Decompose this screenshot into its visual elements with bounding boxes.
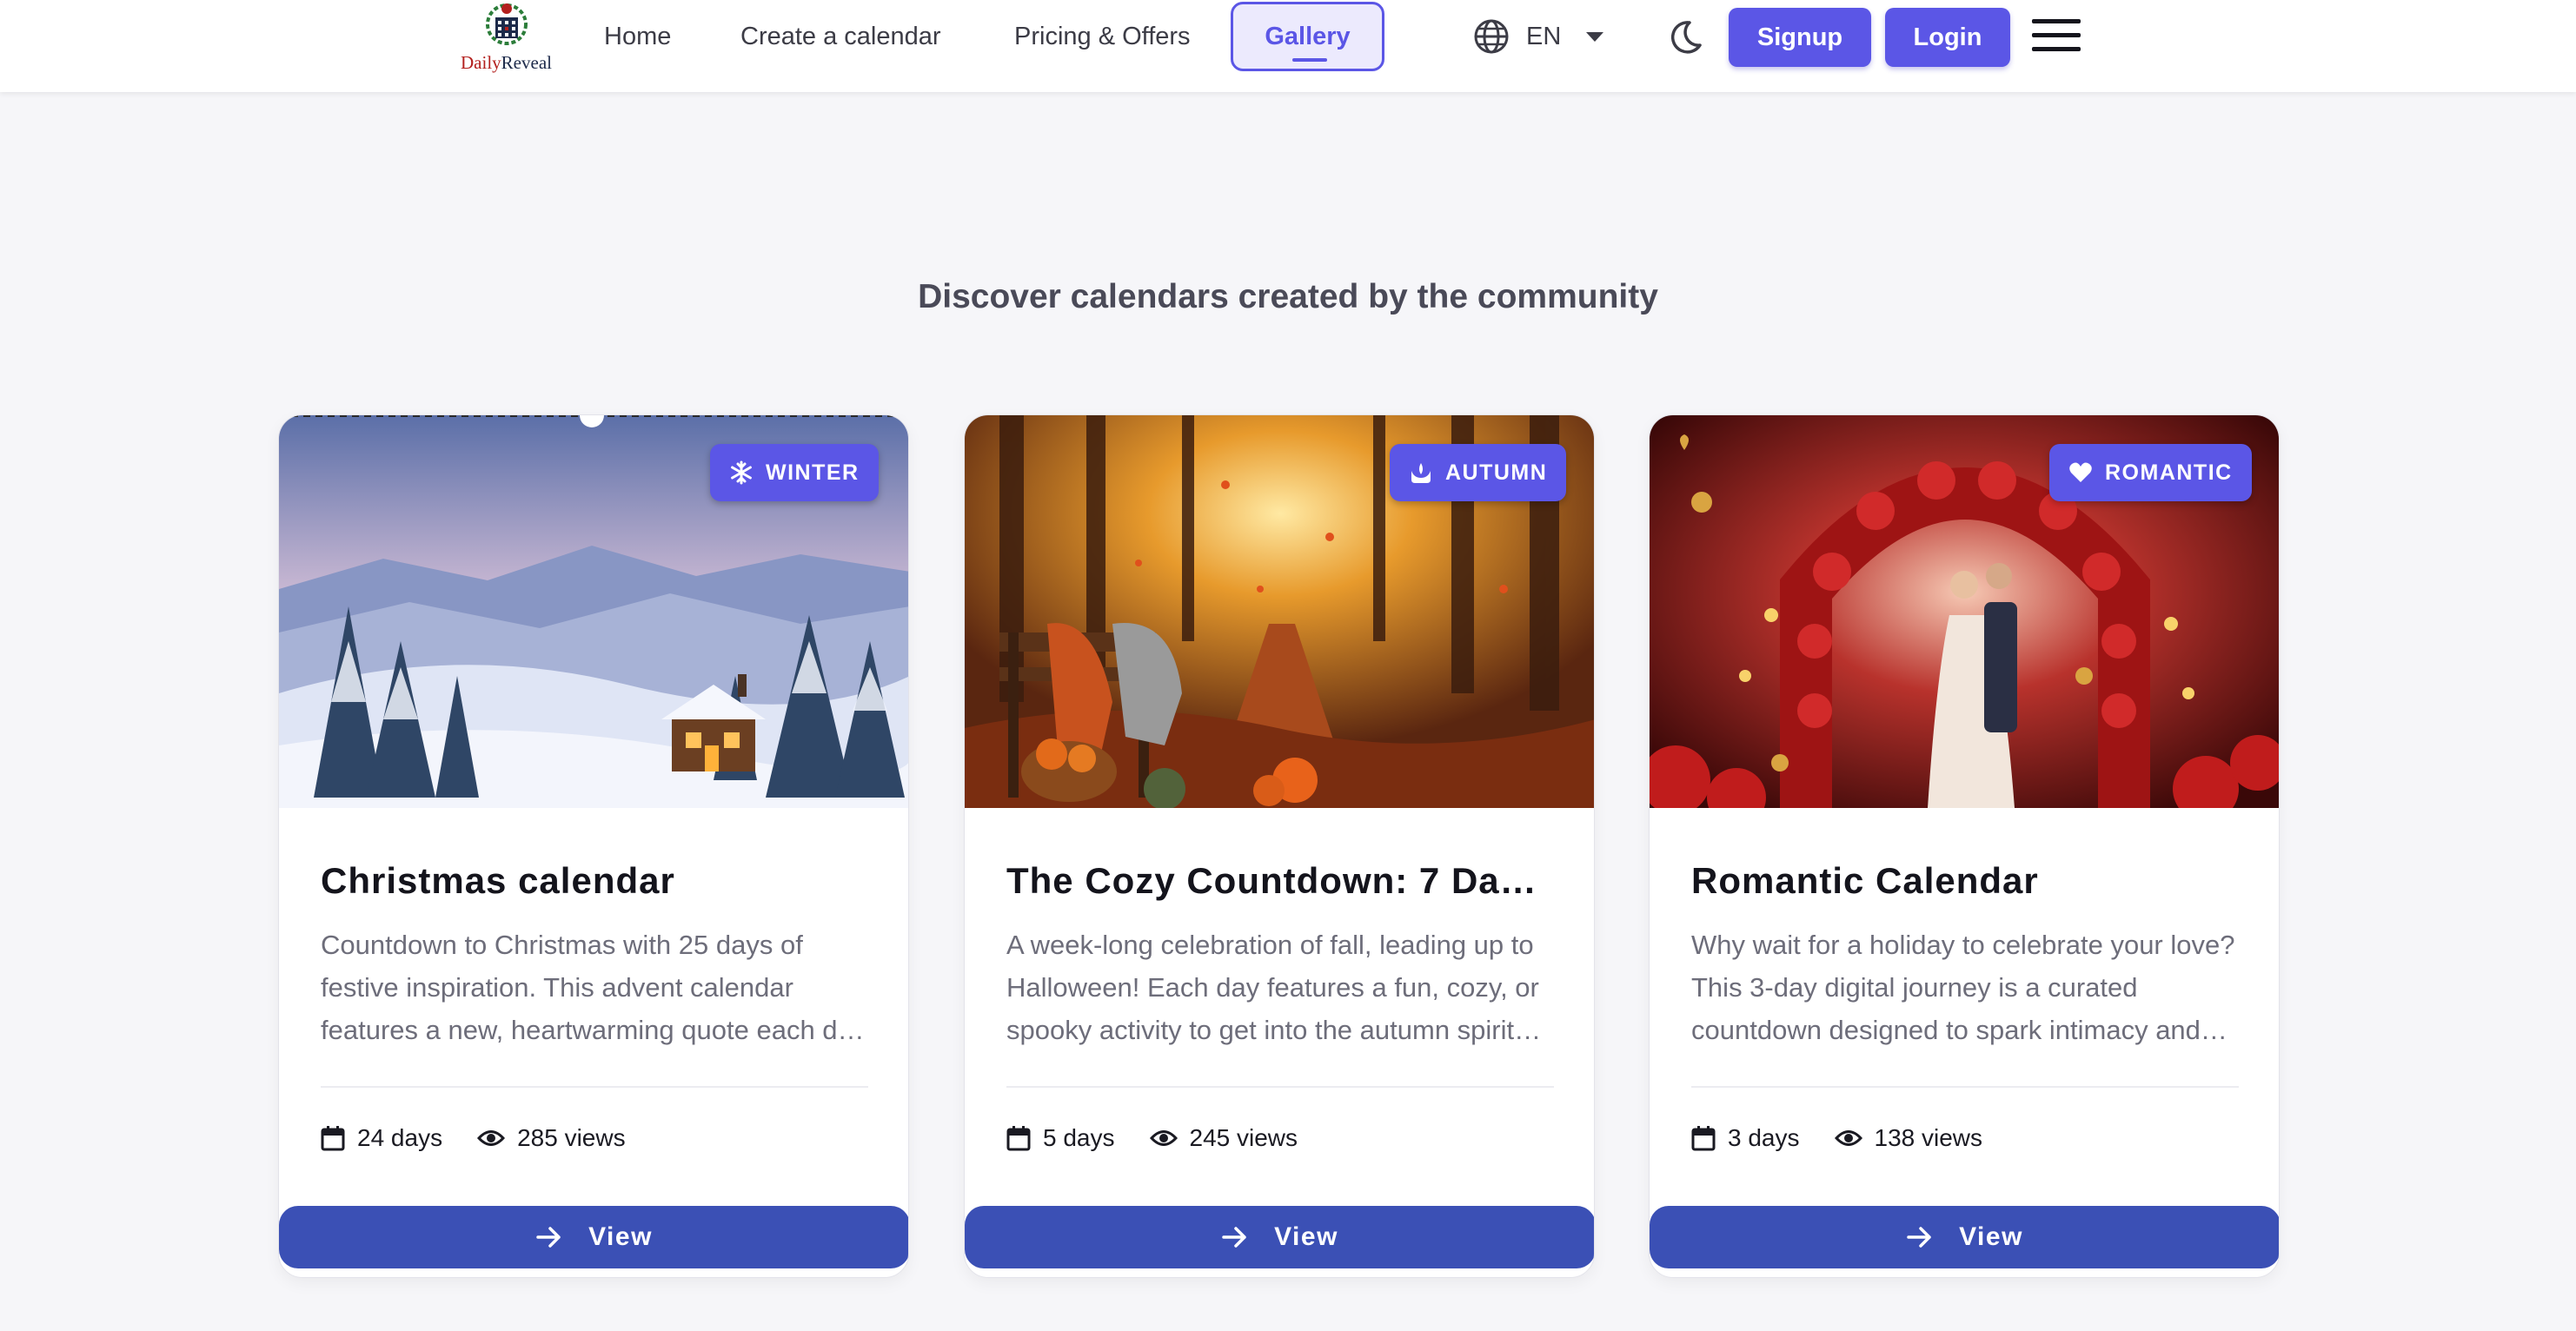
badge-label: AUTUMN (1445, 460, 1548, 485)
arrow-right-icon (1222, 1227, 1246, 1248)
card-description: A week-long celebration of fall, leading… (1006, 930, 1539, 1045)
category-badge: ROMANTIC (2049, 444, 2252, 501)
signup-button[interactable]: Signup (1729, 8, 1871, 67)
calendar-card-autumn[interactable]: AUTUMN The Cozy Countdown: 7 Days of Fal… (964, 414, 1595, 1278)
category-badge: WINTER (710, 444, 879, 501)
card-description: Why wait for a holiday to celebrate your… (1691, 930, 2235, 1045)
leaf-icon (1411, 463, 1431, 483)
view-button-label: View (1274, 1222, 1338, 1251)
eye-icon (477, 1130, 506, 1146)
calendar-icon (321, 1126, 345, 1151)
days-count: 3 days (1691, 1124, 1800, 1152)
brand-logo[interactable]: DailyReveal (452, 0, 561, 78)
calendar-icon (1006, 1126, 1031, 1151)
views-count: 285 views (477, 1124, 626, 1152)
card-description: Countdown to Christmas with 25 days of f… (321, 930, 866, 1045)
brand-name: DailyReveal (461, 52, 552, 73)
card-title: Romantic Calendar (1691, 860, 2039, 901)
card-meta: 24 days 285 views (321, 1119, 661, 1157)
snowflake-icon (731, 460, 752, 485)
nav-home[interactable]: Home (604, 0, 671, 73)
globe-icon (1474, 19, 1509, 54)
eye-icon (1834, 1130, 1862, 1146)
divider (321, 1086, 868, 1088)
arrow-right-icon (536, 1227, 561, 1248)
views-count: 138 views (1834, 1124, 1982, 1152)
badge-label: WINTER (766, 460, 860, 485)
view-button[interactable]: View (965, 1206, 1594, 1268)
divider (1006, 1086, 1554, 1088)
card-title: The Cozy Countdown: 7 Days of Fall (1006, 860, 1554, 901)
badge-label: ROMANTIC (2105, 460, 2233, 485)
views-count: 245 views (1149, 1124, 1298, 1152)
category-badge: AUTUMN (1390, 444, 1567, 501)
nav-gallery-label: Gallery (1265, 22, 1351, 50)
divider (1691, 1086, 2239, 1088)
calendar-icon (1691, 1126, 1716, 1151)
top-navbar: DailyReveal Home Create a calendar Prici… (0, 0, 2576, 92)
card-meta: 5 days 245 views (1006, 1119, 1332, 1157)
dark-mode-toggle[interactable] (1663, 16, 1705, 57)
gallery-subtitle: Discover calendars created by the commun… (918, 278, 1658, 315)
active-indicator (1292, 58, 1327, 62)
nav-pricing-offers[interactable]: Pricing & Offers (1014, 0, 1191, 73)
calendar-card-romantic[interactable]: ROMANTIC Romantic Calendar Why wait for … (1649, 414, 2280, 1278)
arrow-right-icon (1907, 1227, 1931, 1248)
login-button[interactable]: Login (1885, 8, 2010, 67)
card-title: Christmas calendar (321, 860, 675, 901)
days-count: 24 days (321, 1124, 442, 1152)
view-button-label: View (588, 1222, 653, 1251)
view-button[interactable]: View (279, 1206, 908, 1268)
chevron-down-icon (1586, 32, 1604, 42)
menu-icon[interactable] (2032, 19, 2081, 54)
nav-gallery[interactable]: Gallery (1231, 2, 1384, 71)
view-button-label: View (1959, 1222, 2023, 1251)
view-button[interactable]: View (1650, 1206, 2279, 1268)
language-selector[interactable]: EN (1472, 16, 1604, 57)
card-meta: 3 days 138 views (1691, 1119, 2017, 1157)
days-count: 5 days (1006, 1124, 1115, 1152)
calendar-logo-icon (485, 3, 528, 45)
moon-icon (1670, 21, 1702, 54)
calendar-card-winter[interactable]: WINTER Christmas calendar Countdown to C… (278, 414, 909, 1278)
language-code: EN (1526, 22, 1562, 50)
nav-create-calendar[interactable]: Create a calendar (740, 0, 941, 73)
heart-icon (2069, 462, 2092, 482)
eye-icon (1149, 1130, 1178, 1146)
